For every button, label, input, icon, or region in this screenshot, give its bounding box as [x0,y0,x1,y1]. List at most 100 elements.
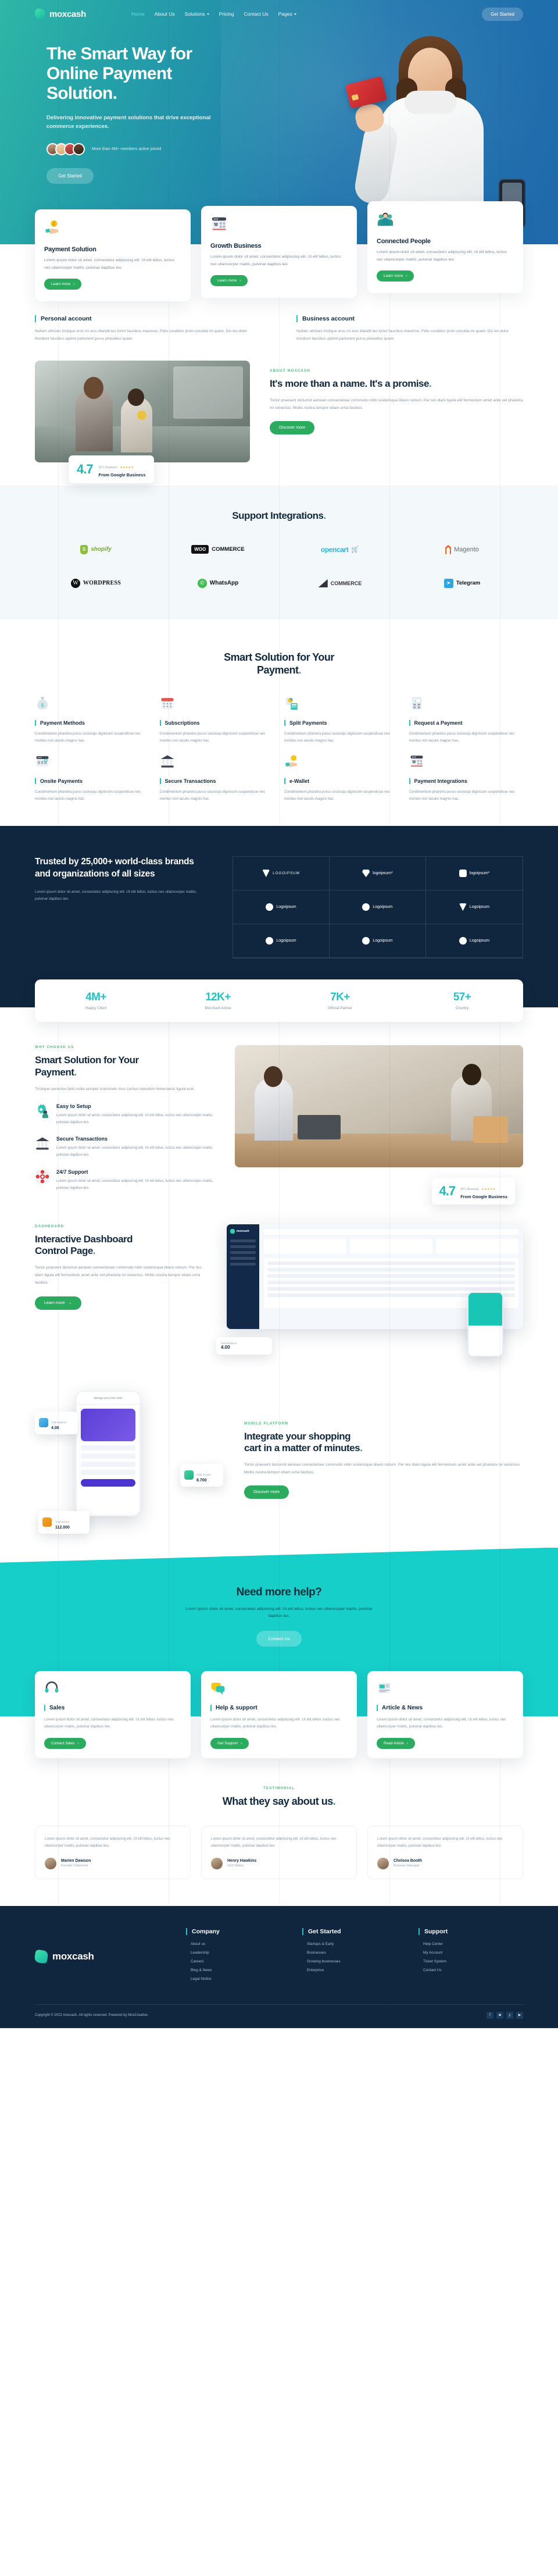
learn-more-button[interactable]: Learn more › [377,270,414,282]
dashboard-title-line2: Control Page [35,1245,93,1257]
help-card-text: Lorem ipsum dolor sit amet, consectetur … [210,1718,340,1729]
brand-logo-cell[interactable]: logoipsum* [330,857,426,891]
bank-icon [35,1137,49,1150]
brand-logo-cell[interactable]: Logoipsum [233,924,330,959]
sidebar-nav-item[interactable] [230,1250,256,1254]
youtube-icon[interactable]: ▶ [516,2011,523,2019]
logo-wordpress[interactable]: W WORDPRESS [35,575,157,592]
nav-item-about-us[interactable]: About Us [155,11,175,17]
get-started-button[interactable]: Get Started [482,7,523,21]
brand-logo-cell[interactable]: logoipsum* [426,857,523,891]
logo-label: WhatsApp [209,580,239,587]
feature-card-connected-people[interactable]: Connected People Lorem ipsum dolor sit a… [367,201,523,294]
twitter-icon[interactable]: y [506,2011,513,2019]
brand-logo-cell[interactable]: Logoipsum [330,890,426,925]
hero-get-started-button[interactable]: Get Started [46,168,94,184]
brand-logo[interactable]: moxcash [34,8,86,20]
discover-more-button[interactable]: Discover more [270,421,315,435]
feature-card-payment-solution[interactable]: Payment Solution Lorem ipsum dolor sit a… [35,209,191,302]
sidebar-nav-item[interactable] [230,1256,256,1260]
learn-more-button[interactable]: Learn more › [210,275,248,287]
logoipsum-bolt-icon [362,937,370,945]
footer-link[interactable]: Enterprise [302,1968,395,1972]
help-card-help-support[interactable]: Help & support Lorem ipsum dolor sit ame… [201,1671,357,1758]
rating-details: (871 Reviews) ★★★★★ From Google Business [99,461,146,478]
help-card-sales[interactable]: Sales Lorem ipsum dolor sit amet, consec… [35,1671,191,1758]
brand-logo-cell[interactable]: Logoipsum [233,890,330,925]
stat-label: Merchant Active [205,1006,231,1011]
help-card-button[interactable]: Contact Sales › [44,1737,86,1749]
smart-item-title: Onsite Payments [35,778,149,784]
about-copy: ABOUT MOXCASH It's more than a name. It'… [270,361,523,435]
stat-label: Happy Client [85,1006,107,1011]
footer-link[interactable]: Businesses [302,1951,395,1955]
phone-show-transactions-button[interactable] [81,1478,135,1487]
integrations-section: Support Integrations. Sshopify WOO COMMER… [0,485,558,619]
footer-link[interactable]: Contact Us [419,1968,512,1972]
mobile-discover-more-button[interactable]: Discover more [244,1485,289,1499]
instagram-icon[interactable]: ◙ [496,2011,503,2019]
footer-brand-name: moxcash [52,1951,94,1962]
magento-icon [445,544,452,554]
brand-logo-cell[interactable]: Logoipsum [426,924,523,959]
footer-link[interactable]: Ticket System [419,1959,512,1964]
smart-item-secure-transactions[interactable]: Secure Transactions Condimentum pharetra… [159,754,274,803]
footer-link[interactable]: Growing businesses [302,1959,395,1964]
help-card-button[interactable]: Get Support › [210,1737,249,1749]
smart-item-e-wallet[interactable]: e-Wallet Condimentum pharetra purus soci… [284,754,399,803]
testimonials-grid: Lorem ipsum dolor sit amet, consectetur … [35,1825,523,1879]
footer-link[interactable]: Help Center [419,1942,512,1946]
sidebar-nav-item[interactable] [230,1262,256,1266]
footer-link[interactable]: Leadership [186,1951,279,1955]
smart-solution-section: Smart Solution for Your Payment. $ Payme… [0,619,558,826]
feature-card-growth-business[interactable]: Growth Business Lorem ipsum dolor sit am… [201,206,357,298]
footer-link[interactable]: Startups & Early [302,1942,395,1946]
testimonial-card: Lorem ipsum dolor sit amet, consectetur … [35,1825,191,1879]
sidebar-nav-item[interactable] [230,1245,256,1248]
table-row [267,1274,515,1278]
smart-item-payment-methods[interactable]: $ Payment Methods Condimentum pharetra p… [35,696,149,744]
nav-item-contact-us[interactable]: Contact Us [244,11,269,17]
footer-link[interactable]: My Account [419,1951,512,1955]
float-card-value: 4.00 [51,1426,59,1430]
sidebar-nav-item[interactable] [230,1239,256,1242]
brand-logo-cell[interactable]: Logoipsum [426,890,523,925]
logo-telegram[interactable]: ➤ Telegram [401,575,523,592]
logo-woocommerce[interactable]: WOO COMMERCE [157,541,279,558]
learn-more-button[interactable]: Learn more › [44,279,82,290]
footer-link[interactable]: Blog & News [186,1968,279,1972]
smart-item-split-payments[interactable]: Split Payments Condimentum pharetra puru… [284,696,399,744]
logo-bigcommerce[interactable]: COMMERCE [279,575,401,592]
table-row [267,1267,515,1271]
logo-opencart[interactable]: opencart 🛒 [279,541,401,558]
facebook-icon[interactable]: f [487,2011,493,2019]
smart-item-payment-integrations[interactable]: Payment Integrations Condimentum pharetr… [409,754,524,803]
phone-list-row [81,1461,135,1467]
logo-shopify[interactable]: Sshopify [35,541,157,558]
help-card-article-news[interactable]: Article & News Lorem ipsum dolor sit ame… [367,1671,523,1758]
about-title: It's more than a name. It's a promise. [270,378,523,390]
smart-item-subscriptions[interactable]: Subscriptions Condimentum pharetra purus… [159,696,274,744]
smart-item-request-a-payment[interactable]: $ Request a Payment Condimentum pharetra… [409,696,524,744]
footer-link[interactable]: Careers [186,1959,279,1964]
dashboard-stat-card [436,1238,518,1254]
brand-logo-cell[interactable]: Logoipsum [330,924,426,959]
nav-item-pricing[interactable]: Pricing [219,11,234,17]
table-row [267,1261,515,1265]
smart-item-onsite-payments[interactable]: Onsite Payments Condimentum pharetra pur… [35,754,149,803]
brand-logo-cell[interactable]: LOGOIPSUM [233,857,330,891]
contact-us-button[interactable]: Contact Us [256,1631,302,1647]
logo-whatsapp[interactable]: ✆ WhatsApp [157,575,279,592]
logo-magento[interactable]: Magento [401,541,523,558]
dashboard-learn-more-button[interactable]: Learn more → [35,1296,81,1310]
footer-brand[interactable]: moxcash [34,1928,163,1986]
nav-item-solutions[interactable]: Solutions [185,11,209,17]
nav-item-home[interactable]: Home [131,11,145,17]
footer-link[interactable]: About us [186,1942,279,1946]
package-icon [42,1517,52,1527]
arrow-right-icon: → [67,1301,72,1305]
help-card-button[interactable]: Read Article › [377,1737,416,1749]
wordpress-icon: W [70,578,80,588]
nav-item-pages[interactable]: Pages [278,11,296,17]
footer-link[interactable]: Legal Notice [186,1977,279,1981]
